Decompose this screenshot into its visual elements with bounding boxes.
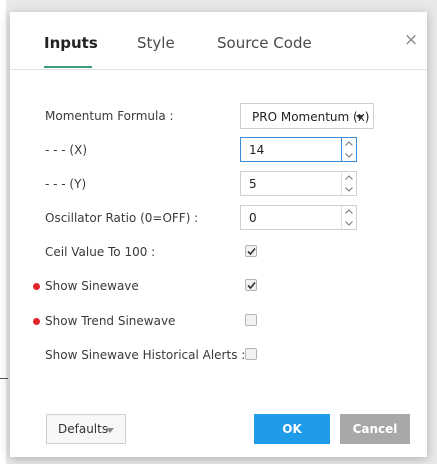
active-tab-indicator — [44, 66, 92, 68]
show-trend-sinewave-label: Show Trend Sinewave — [45, 314, 176, 328]
y-stepper — [240, 171, 357, 196]
ceil-value-checkbox[interactable] — [245, 245, 257, 257]
oscillator-ratio-increment-button[interactable] — [342, 206, 356, 217]
oscillator-ratio-spinner — [341, 206, 356, 229]
background-chart-mark — [0, 378, 8, 379]
indicator-settings-dialog: Inputs Style Source Code × Momentum Form… — [10, 12, 427, 457]
show-trend-sinewave-checkbox[interactable] — [245, 314, 257, 326]
chevron-down-icon — [345, 187, 353, 192]
row-y: - - - (Y) — [10, 171, 427, 199]
row-show-sinewave: Show Sinewave — [10, 273, 427, 301]
red-marker-dot — [33, 283, 40, 290]
tab-source-code[interactable]: Source Code — [217, 34, 312, 52]
momentum-formula-label: Momentum Formula : — [45, 109, 174, 123]
show-sinewave-alerts-label: Show Sinewave Historical Alerts : — [45, 348, 246, 362]
row-oscillator-ratio: Oscillator Ratio (0=OFF) : — [10, 205, 427, 233]
y-decrement-button[interactable] — [342, 184, 356, 195]
y-input[interactable] — [241, 172, 341, 195]
row-show-trend-sinewave: Show Trend Sinewave — [10, 308, 427, 336]
chevron-up-icon — [345, 141, 353, 146]
momentum-formula-select[interactable]: PRO Momentum (x) — [240, 103, 374, 129]
y-increment-button[interactable] — [342, 172, 356, 183]
x-label: - - - (X) — [45, 143, 88, 157]
chevron-up-icon — [345, 209, 353, 214]
chevron-up-icon — [345, 175, 353, 180]
close-icon[interactable]: × — [404, 30, 418, 50]
checkmark-icon — [247, 247, 256, 256]
show-sinewave-alerts-checkbox[interactable] — [245, 348, 257, 360]
y-label: - - - (Y) — [45, 177, 87, 191]
oscillator-ratio-input[interactable] — [241, 206, 341, 229]
ok-button[interactable]: OK — [254, 414, 330, 444]
row-momentum-formula: Momentum Formula : PRO Momentum (x) — [10, 103, 427, 131]
ceil-value-label: Ceil Value To 100 : — [45, 245, 156, 259]
x-stepper — [240, 137, 357, 162]
defaults-label: Defaults — [58, 422, 109, 436]
show-sinewave-label: Show Sinewave — [45, 279, 139, 293]
chevron-down-icon — [356, 115, 364, 120]
row-ceil-value: Ceil Value To 100 : — [10, 239, 427, 267]
tabs-divider — [10, 69, 427, 70]
chevron-down-icon — [345, 221, 353, 226]
show-sinewave-checkbox[interactable] — [245, 279, 257, 291]
oscillator-ratio-decrement-button[interactable] — [342, 218, 356, 229]
background-chart-strip — [0, 0, 6, 464]
defaults-button[interactable]: Defaults — [46, 414, 126, 444]
x-input[interactable] — [241, 138, 341, 161]
chevron-down-icon — [345, 153, 353, 158]
tab-inputs[interactable]: Inputs — [44, 34, 98, 52]
momentum-formula-value: PRO Momentum (x) — [252, 110, 370, 124]
tab-style[interactable]: Style — [137, 34, 175, 52]
x-increment-button[interactable] — [342, 138, 356, 149]
x-decrement-button[interactable] — [342, 150, 356, 161]
row-x: - - - (X) — [10, 137, 427, 165]
chevron-down-icon — [106, 428, 114, 433]
checkmark-icon — [247, 281, 256, 290]
cancel-button[interactable]: Cancel — [340, 414, 410, 444]
y-spinner — [341, 172, 356, 195]
tab-bar: Inputs Style Source Code × — [10, 12, 427, 70]
oscillator-ratio-label: Oscillator Ratio (0=OFF) : — [45, 211, 199, 225]
oscillator-ratio-stepper — [240, 205, 357, 230]
row-show-sinewave-alerts: Show Sinewave Historical Alerts : — [10, 342, 427, 370]
red-marker-dot — [33, 318, 40, 325]
x-spinner — [341, 138, 356, 161]
